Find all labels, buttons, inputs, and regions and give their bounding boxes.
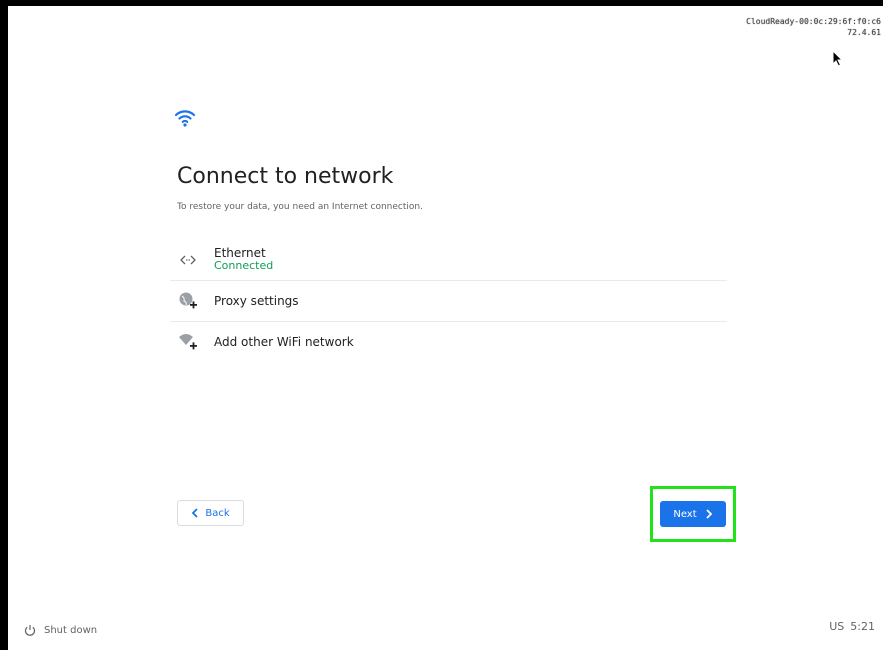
network-list: Ethernet Connected Proxy settings Add ot… <box>170 240 727 362</box>
network-item-ethernet[interactable]: Ethernet Connected <box>170 240 727 281</box>
power-icon <box>24 625 36 636</box>
version-text: 72.4.61 <box>847 28 881 37</box>
network-item-label: Add other WiFi network <box>214 335 354 349</box>
ethernet-icon <box>180 255 196 265</box>
page-subtitle: To restore your data, you need an Intern… <box>177 202 423 212</box>
mouse-cursor-icon <box>832 50 844 67</box>
clock: 5:21 <box>850 620 875 633</box>
status-tray[interactable]: US 5:21 <box>829 620 875 633</box>
keyboard-locale: US <box>829 620 845 633</box>
next-button[interactable]: Next <box>660 501 726 527</box>
network-item-label: Proxy settings <box>214 294 299 308</box>
back-button[interactable]: Back <box>177 500 244 526</box>
shutdown-button[interactable]: Shut down <box>24 624 97 636</box>
back-button-label: Back <box>205 507 230 519</box>
next-button-label: Next <box>673 508 697 520</box>
chevron-right-icon <box>706 509 712 519</box>
shutdown-label: Shut down <box>44 624 98 636</box>
chevron-left-icon <box>192 508 198 518</box>
network-status-connected: Connected <box>214 259 274 272</box>
network-item-proxy-settings[interactable]: Proxy settings <box>170 281 727 322</box>
oobe-screen: CloudReady-00:0c:29:6f:f0:c6 72.4.61 Con… <box>8 6 883 650</box>
version-overlay: CloudReady-00:0c:29:6f:f0:c6 72.4.61 <box>746 16 881 38</box>
add-wifi-icon <box>179 334 197 350</box>
page-title: Connect to network <box>177 164 394 189</box>
network-item-label: Ethernet <box>214 246 266 260</box>
proxy-globe-icon <box>179 292 197 309</box>
network-item-add-wifi[interactable]: Add other WiFi network <box>170 322 727 362</box>
wifi-icon <box>174 110 196 127</box>
device-id-text: CloudReady-00:0c:29:6f:f0:c6 <box>746 17 881 26</box>
